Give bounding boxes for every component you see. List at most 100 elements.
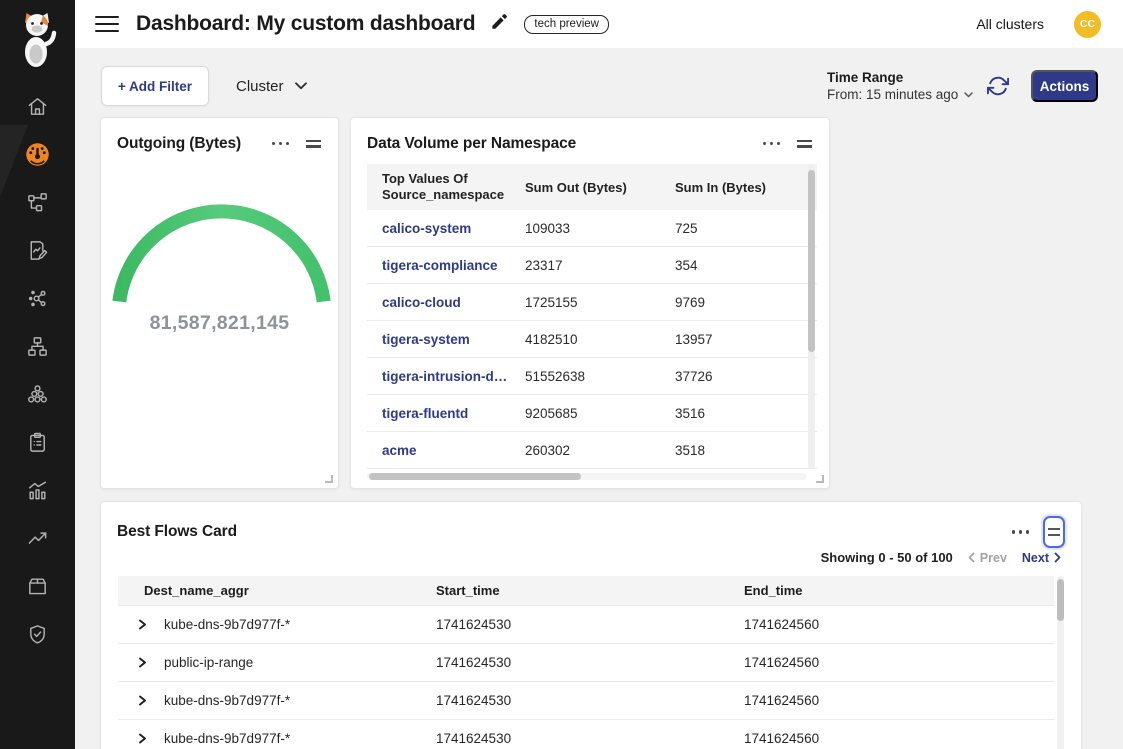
sidebar-item-workloads[interactable] bbox=[0, 564, 75, 608]
chevron-left-icon bbox=[968, 552, 975, 563]
card-resize-handle[interactable] bbox=[325, 475, 333, 483]
sidebar-item-statistics[interactable] bbox=[0, 468, 75, 512]
sidebar-item-trends[interactable] bbox=[0, 516, 75, 560]
table-row: acme 260302 3518 bbox=[367, 432, 817, 469]
time-range-label: Time Range bbox=[827, 70, 973, 85]
gauge-arc bbox=[111, 198, 332, 323]
avatar[interactable]: CC bbox=[1074, 11, 1101, 38]
card-title: Outgoing (Bytes) bbox=[117, 135, 241, 153]
actions-button[interactable]: Actions bbox=[1031, 70, 1098, 102]
sum-out-value: 109033 bbox=[525, 221, 675, 236]
table-row: kube-dns-9b7d977f-* 1741624530 174162456… bbox=[118, 682, 1054, 720]
prev-page-button[interactable]: Prev bbox=[968, 551, 1007, 565]
outgoing-bytes-card: Outgoing (Bytes) 81,587,821,145 bbox=[100, 117, 339, 489]
card-resize-handle[interactable] bbox=[816, 475, 824, 483]
sidebar-item-home[interactable] bbox=[0, 84, 75, 128]
data-volume-card: Data Volume per Namespace Top Values Of … bbox=[350, 117, 830, 489]
dest-name: kube-dns-9b7d977f-* bbox=[164, 731, 436, 746]
card-drag-handle-focused[interactable] bbox=[1043, 516, 1065, 548]
compliance-clipboard-icon bbox=[26, 431, 49, 454]
sidebar-item-dashboards[interactable] bbox=[0, 132, 75, 176]
column-header: Sum Out (Bytes) bbox=[525, 180, 675, 195]
namespace-link[interactable]: calico-system bbox=[382, 221, 525, 236]
cluster-filter-label: Cluster bbox=[236, 78, 284, 95]
sidebar-item-policies[interactable] bbox=[0, 228, 75, 272]
horizontal-scrollbar[interactable] bbox=[367, 473, 807, 480]
start-time: 1741624530 bbox=[436, 693, 744, 708]
card-menu-icon[interactable] bbox=[270, 138, 291, 149]
home-icon bbox=[26, 95, 49, 118]
dest-name: kube-dns-9b7d977f-* bbox=[164, 693, 436, 708]
page-title: Dashboard: My custom dashboard bbox=[136, 12, 475, 36]
end-time: 1741624560 bbox=[744, 731, 1054, 746]
table-row: tigera-intrusion-d… 51552638 37726 bbox=[367, 358, 817, 395]
sidebar-item-service-graph[interactable] bbox=[0, 276, 75, 320]
end-time: 1741624560 bbox=[744, 693, 1054, 708]
sidebar-item-network[interactable] bbox=[0, 324, 75, 368]
clusters-icon bbox=[26, 383, 49, 406]
cluster-selector[interactable]: All clusters bbox=[976, 16, 1044, 32]
sum-out-value: 9205685 bbox=[525, 406, 675, 421]
service-graph-icon bbox=[26, 287, 49, 310]
policies-icon bbox=[26, 239, 49, 262]
namespace-link[interactable]: tigera-system bbox=[382, 332, 525, 347]
sidebar-item-clusters[interactable] bbox=[0, 372, 75, 416]
time-range-dropdown[interactable]: From: 15 minutes ago bbox=[827, 87, 973, 102]
start-time: 1741624530 bbox=[436, 731, 744, 746]
edit-pencil-icon[interactable] bbox=[490, 12, 509, 36]
sidebar-item-compliance[interactable] bbox=[0, 420, 75, 464]
vertical-scrollbar[interactable] bbox=[1057, 576, 1064, 749]
sum-out-value: 1725155 bbox=[525, 295, 675, 310]
sum-out-value: 4182510 bbox=[525, 332, 675, 347]
namespace-link[interactable]: acme bbox=[382, 443, 525, 458]
sum-in-value: 13957 bbox=[675, 332, 817, 347]
security-shield-icon bbox=[26, 623, 49, 646]
cluster-filter-dropdown[interactable]: Cluster bbox=[236, 66, 307, 106]
hamburger-menu-icon[interactable] bbox=[95, 11, 119, 37]
flows-table: Dest_name_aggr Start_time End_time kube-… bbox=[118, 576, 1054, 749]
flow-visualization-icon bbox=[26, 191, 49, 214]
sidebar-item-flow-visualizations[interactable] bbox=[0, 180, 75, 224]
card-menu-icon[interactable] bbox=[1010, 526, 1031, 537]
namespace-link[interactable]: tigera-fluentd bbox=[382, 406, 525, 421]
table-row: tigera-system 4182510 13957 bbox=[367, 321, 817, 358]
card-menu-icon[interactable] bbox=[761, 138, 782, 149]
expand-row-chevron[interactable] bbox=[138, 733, 164, 744]
dest-name: kube-dns-9b7d977f-* bbox=[164, 617, 436, 632]
dest-name: public-ip-range bbox=[164, 655, 436, 670]
vertical-scrollbar[interactable] bbox=[808, 164, 815, 469]
namespace-link[interactable]: calico-cloud bbox=[382, 295, 525, 310]
workloads-box-icon bbox=[26, 575, 49, 598]
start-time: 1741624530 bbox=[436, 655, 744, 670]
sum-out-value: 23317 bbox=[525, 258, 675, 273]
end-time: 1741624560 bbox=[744, 655, 1054, 670]
add-filter-button[interactable]: + Add Filter bbox=[101, 66, 209, 106]
sum-in-value: 9769 bbox=[675, 295, 817, 310]
card-drag-handle-icon[interactable] bbox=[305, 132, 322, 155]
statistics-icon bbox=[26, 479, 49, 502]
column-header: Sum In (Bytes) bbox=[675, 180, 817, 195]
time-range-block: Time Range From: 15 minutes ago bbox=[827, 70, 973, 102]
next-page-button[interactable]: Next bbox=[1022, 551, 1061, 565]
card-drag-handle-icon[interactable] bbox=[796, 132, 813, 155]
namespace-link[interactable]: tigera-intrusion-d… bbox=[382, 369, 525, 384]
expand-row-chevron[interactable] bbox=[138, 657, 164, 668]
sum-out-value: 260302 bbox=[525, 443, 675, 458]
expand-row-chevron[interactable] bbox=[138, 619, 164, 630]
network-sitemap-icon bbox=[26, 335, 49, 358]
column-header: Top Values Of Source_namespace bbox=[382, 171, 514, 204]
chevron-right-icon bbox=[1054, 552, 1061, 563]
refresh-icon bbox=[987, 75, 1009, 97]
namespace-link[interactable]: tigera-compliance bbox=[382, 258, 525, 273]
refresh-button[interactable] bbox=[987, 75, 1011, 99]
table-header-row: Top Values Of Source_namespace Sum Out (… bbox=[367, 164, 817, 210]
expand-row-chevron[interactable] bbox=[138, 695, 164, 706]
calico-cat-logo[interactable] bbox=[15, 10, 59, 75]
chevron-down-icon bbox=[964, 92, 973, 98]
sum-in-value: 354 bbox=[675, 258, 817, 273]
end-time: 1741624560 bbox=[744, 617, 1054, 632]
table-row: calico-system 109033 725 bbox=[367, 210, 817, 247]
column-header: End_time bbox=[744, 583, 1054, 598]
table-row: public-ip-range 1741624530 1741624560 bbox=[118, 644, 1054, 682]
sidebar-item-security[interactable] bbox=[0, 612, 75, 656]
